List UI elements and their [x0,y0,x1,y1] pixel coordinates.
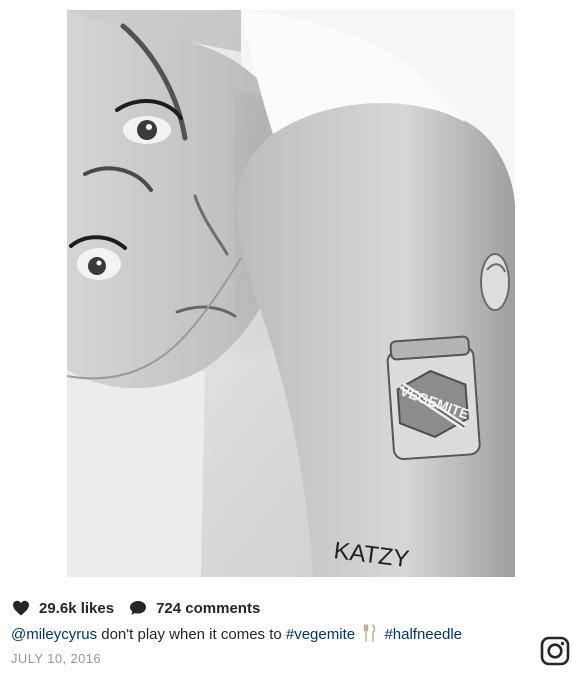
comments-stat[interactable]: 724 comments [128,598,260,618]
likes-stat[interactable]: 29.6k likes [11,598,114,618]
comment-icon [128,598,148,618]
comments-count: 724 comments [156,599,261,617]
post-photo-illustration: VEGEMITE KATZY [67,10,515,577]
caption-username[interactable]: @mileycyrus [11,626,97,643]
instagram-icon[interactable] [539,635,571,667]
post-photo: VEGEMITE KATZY [67,10,515,577]
post-date: JULY 10, 2016 [11,651,102,666]
post-stats: 29.6k likes 724 comments [11,597,260,619]
post-caption: @mileycyrus don't play when it comes to … [11,624,526,645]
fork-and-knife-icon [363,624,377,642]
heart-icon [11,598,31,618]
caption-text: don't play when it comes to [97,626,286,643]
likes-count: 29.6k likes [39,599,115,617]
hashtag-halfneedle[interactable]: #halfneedle [384,626,462,643]
hashtag-vegemite[interactable]: #vegemite [286,626,355,643]
